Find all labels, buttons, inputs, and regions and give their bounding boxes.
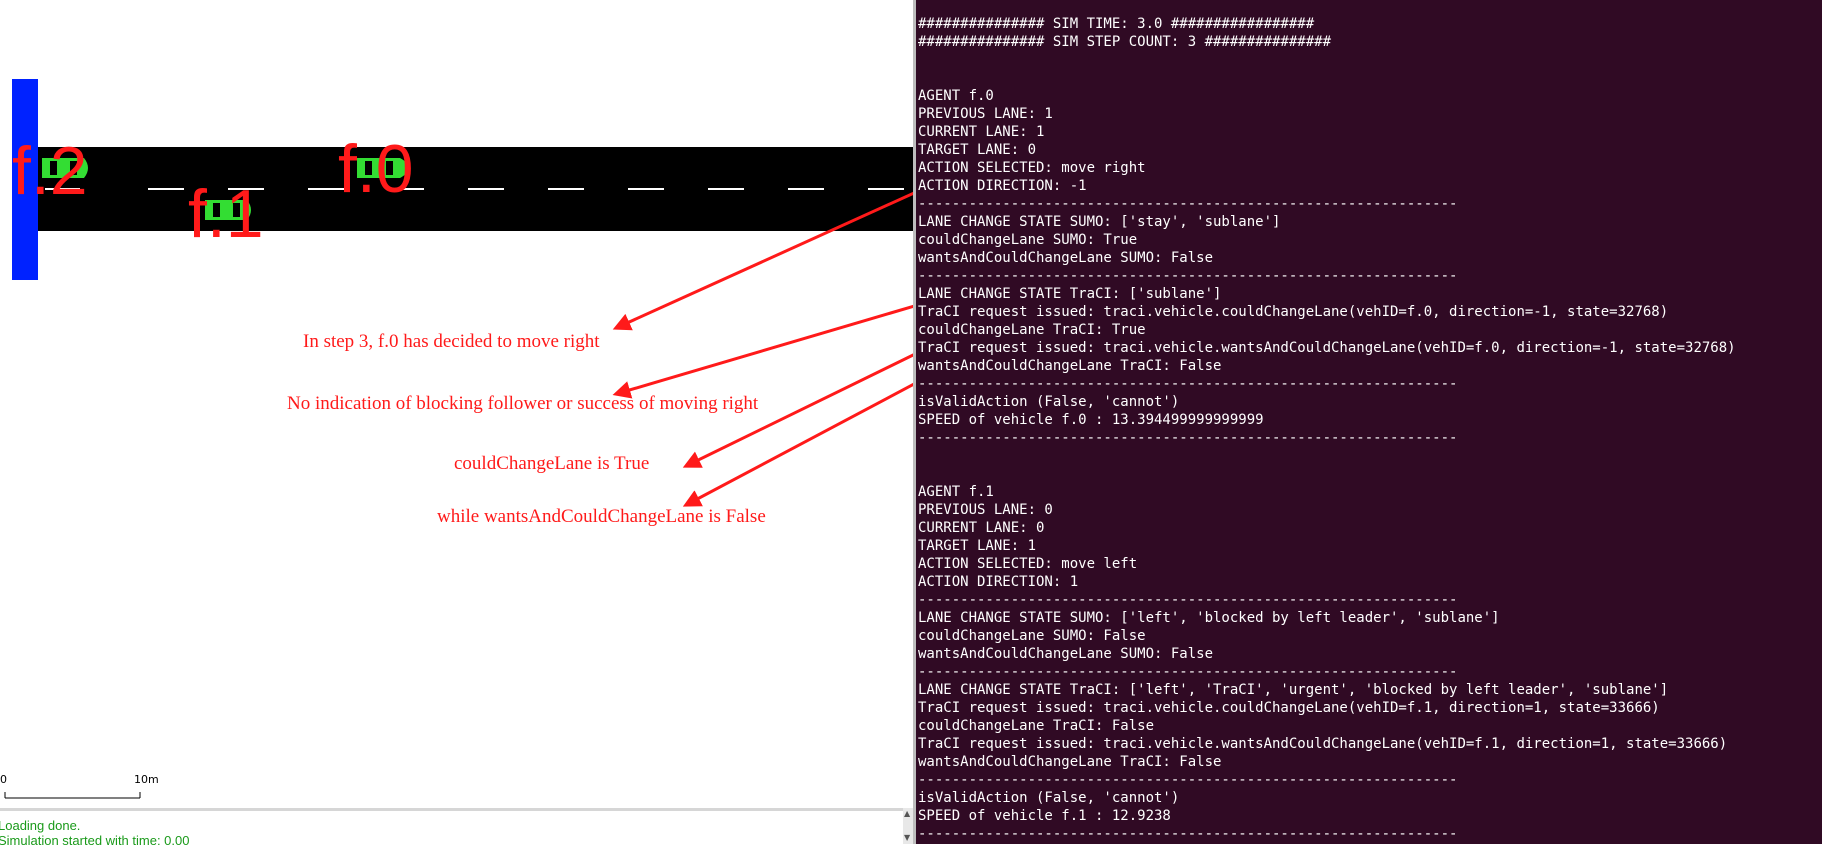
terminal-line: wantsAndCouldChangeLane SUMO: False [918,250,1214,266]
terminal-line: TraCI request issued: traci.vehicle.coul… [918,700,1660,716]
vehicle-label-f1: f.1 [188,176,264,252]
terminal-line: ----------------------------------------… [918,268,1458,284]
message-window[interactable]: Loading done. Simulation started with ti… [0,808,913,847]
terminal-line: couldChangeLane SUMO: True [918,232,1138,248]
simulation-view[interactable]: f.2 f.1 f.0 In step 3, f.0 has decided t… [0,0,913,808]
terminal-line: ----------------------------------------… [918,376,1458,392]
scale-start-label: 0 [0,773,7,786]
vehicle-label-f0: f.0 [338,131,414,207]
terminal-line: CURRENT LANE: 0 [918,520,1045,536]
terminal-line: couldChangeLane SUMO: False [918,628,1146,644]
terminal-line: ACTION DIRECTION: -1 [918,178,1087,194]
message-scrollbar[interactable]: ▲ ▼ [903,808,913,844]
terminal-line: ----------------------------------------… [918,664,1458,680]
terminal-line: ############### SIM TIME: 3.0 ##########… [918,16,1315,32]
terminal-output: ############### SIM TIME: 3.0 ##########… [918,15,1736,843]
terminal-line: isValidAction (False, 'cannot') [918,790,1180,806]
vehicle-label-f2: f.2 [12,133,88,209]
terminal-line: ----------------------------------------… [918,430,1458,446]
terminal-line: TraCI request issued: traci.vehicle.want… [918,736,1728,752]
terminal-line: LANE CHANGE STATE SUMO: ['stay', 'sublan… [918,214,1281,230]
terminal-line: TraCI request issued: traci.vehicle.coul… [918,304,1669,320]
terminal-line: isValidAction (False, 'cannot') [918,394,1180,410]
annotation-couldchange: couldChangeLane is True [454,453,650,474]
annotation-step3: In step 3, f.0 has decided to move right [303,331,600,352]
terminal-line: AGENT f.1 [918,484,994,500]
scroll-down-icon[interactable]: ▼ [904,834,910,842]
terminal-line: couldChangeLane TraCI: True [918,322,1146,338]
terminal-line: TARGET LANE: 0 [918,142,1037,158]
terminal-line: ACTION DIRECTION: 1 [918,574,1079,590]
scale-bar [4,792,141,799]
terminal-line: SPEED of vehicle f.1 : 12.9238 [918,808,1171,824]
scroll-up-icon[interactable]: ▲ [904,810,910,818]
terminal-line: ACTION SELECTED: move right [918,160,1146,176]
terminal-line: ############### SIM STEP COUNT: 3 ######… [918,34,1332,50]
terminal-line: couldChangeLane TraCI: False [918,718,1155,734]
annotation-wantsandcould: while wantsAndCouldChangeLane is False [437,506,766,527]
scale-end-label: 10m [134,773,159,786]
message-line: Loading done. [0,818,81,833]
annotation-no-indication: No indication of blocking follower or su… [287,393,759,414]
terminal-line: ----------------------------------------… [918,772,1458,788]
terminal-line: LANE CHANGE STATE TraCI: ['sublane'] [918,286,1222,302]
terminal-line: PREVIOUS LANE: 0 [918,502,1053,518]
terminal-line: wantsAndCouldChangeLane SUMO: False [918,646,1214,662]
terminal-line: ACTION SELECTED: move left [918,556,1138,572]
terminal-line: TARGET LANE: 1 [918,538,1037,554]
terminal-line: AGENT f.0 [918,88,994,104]
terminal-window[interactable]: ############### SIM TIME: 3.0 ##########… [916,0,1822,844]
terminal-line: ----------------------------------------… [918,826,1458,842]
terminal-line: ----------------------------------------… [918,592,1458,608]
terminal-line: CURRENT LANE: 1 [918,124,1045,140]
terminal-line: LANE CHANGE STATE TraCI: ['left', 'TraCI… [918,682,1669,698]
terminal-line: SPEED of vehicle f.0 : 13.39449999999999… [918,412,1264,428]
terminal-line: wantsAndCouldChangeLane TraCI: False [918,754,1222,770]
terminal-line: TraCI request issued: traci.vehicle.want… [918,340,1736,356]
terminal-line: ----------------------------------------… [918,196,1458,212]
message-line: Simulation started with time: 0.00 [0,833,190,847]
terminal-line: wantsAndCouldChangeLane TraCI: False [918,358,1222,374]
terminal-line: LANE CHANGE STATE SUMO: ['left', 'blocke… [918,610,1500,626]
terminal-line: PREVIOUS LANE: 1 [918,106,1053,122]
